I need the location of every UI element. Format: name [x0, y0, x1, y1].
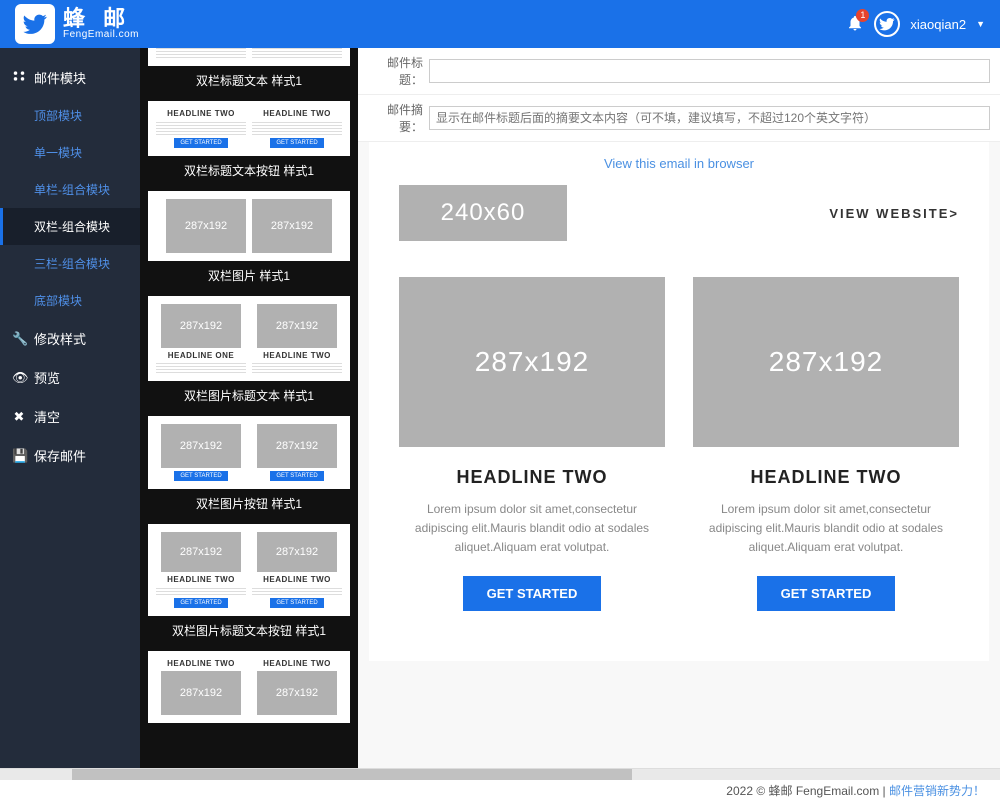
nav-sub-twocol[interactable]: 双栏-组合模块	[0, 208, 140, 245]
notifications-button[interactable]: 1	[846, 14, 864, 35]
nav-tool-label: 清空	[34, 407, 60, 426]
brand-name: 蜂 邮	[63, 8, 139, 30]
card-paragraph[interactable]: Lorem ipsum dolor sit amet,consectetur a…	[693, 500, 959, 558]
nav-section-label: 邮件模块	[34, 68, 86, 87]
content-card-right[interactable]: 287x192 HEADLINE TWO Lorem ipsum dolor s…	[693, 277, 959, 611]
caret-down-icon: ▼	[976, 19, 985, 29]
template-item[interactable]: HEADLINE TWOGET STARTED HEADLINE TWOGET …	[140, 101, 358, 187]
nav-tool-clear[interactable]: ✖ 清空	[0, 397, 140, 436]
nav-sub-single[interactable]: 单一模块	[0, 134, 140, 171]
view-website-link[interactable]: VIEW WEBSITE>	[829, 206, 959, 221]
save-icon: 💾	[12, 448, 26, 464]
notification-count-badge: 1	[856, 9, 869, 22]
email-title-input[interactable]	[429, 59, 990, 83]
template-item[interactable]: 287x192 287x192 双栏图片 样式1	[140, 191, 358, 292]
template-item[interactable]: 287x192HEADLINE TWOGET STARTED 287x192HE…	[140, 524, 358, 647]
template-label: 双栏标题文本按钮 样式1	[140, 156, 358, 187]
card-headline[interactable]: HEADLINE TWO	[399, 467, 665, 488]
summary-label: 邮件摘要：	[368, 101, 423, 135]
template-list[interactable]: HEADLINE TWO HEADLINE TWO 双栏标题文本 样式1 HEA…	[140, 48, 358, 768]
template-label: 双栏图片 样式1	[140, 261, 358, 292]
nav-sub-onecol[interactable]: 单栏-组合模块	[0, 171, 140, 208]
card-paragraph[interactable]: Lorem ipsum dolor sit amet,consectetur a…	[399, 500, 665, 558]
nav-section-modules[interactable]: 邮件模块	[0, 58, 140, 97]
get-started-button[interactable]: GET STARTED	[463, 576, 602, 611]
image-placeholder[interactable]: 287x192	[399, 277, 665, 447]
email-summary-input[interactable]	[429, 106, 990, 130]
nav-tool-label: 预览	[34, 368, 60, 387]
title-label: 邮件标题：	[368, 54, 423, 88]
logo-placeholder[interactable]: 240x60	[399, 185, 567, 241]
nav-tool-label: 保存邮件	[34, 446, 86, 465]
user-avatar[interactable]	[874, 11, 900, 37]
page-footer: 2022 © 蜂邮 FengEmail.com | 邮件营销新势力！	[0, 780, 1000, 800]
nav-tool-save[interactable]: 💾 保存邮件	[0, 436, 140, 475]
brand-domain: FengEmail.com	[63, 30, 139, 40]
nav-tool-preview[interactable]: 👁 预览	[0, 358, 140, 397]
nav-sub-bottom[interactable]: 底部模块	[0, 282, 140, 319]
template-label: 双栏图片标题文本按钮 样式1	[140, 616, 358, 647]
template-label: 双栏图片标题文本 样式1	[140, 381, 358, 412]
content-card-left[interactable]: 287x192 HEADLINE TWO Lorem ipsum dolor s…	[399, 277, 665, 611]
nav-tool-label: 修改样式	[34, 329, 86, 348]
close-icon: ✖	[12, 409, 26, 425]
template-label: 双栏图片按钮 样式1	[140, 489, 358, 520]
template-item[interactable]: 287x192GET STARTED 287x192GET STARTED 双栏…	[140, 416, 358, 520]
template-item[interactable]: 287x192HEADLINE ONE 287x192HEADLINE TWO …	[140, 296, 358, 412]
view-in-browser-link[interactable]: View this email in browser	[604, 156, 754, 171]
horizontal-scrollbar[interactable]	[0, 768, 1000, 780]
eye-icon: 👁	[12, 370, 26, 386]
template-label: 双栏标题文本 样式1	[140, 66, 358, 97]
nav-sub-threecol[interactable]: 三栏-组合模块	[0, 245, 140, 282]
logo-icon	[15, 4, 55, 44]
sidebar-nav: 邮件模块 顶部模块 单一模块 单栏-组合模块 双栏-组合模块 三栏-组合模块 底…	[0, 48, 140, 768]
editor-canvas-panel: 邮件标题： 邮件摘要： View this email in browser 2…	[358, 48, 1000, 768]
image-placeholder[interactable]: 287x192	[693, 277, 959, 447]
footer-copyright: 2022 © 蜂邮 FengEmail.com |	[726, 784, 889, 798]
get-started-button[interactable]: GET STARTED	[757, 576, 896, 611]
layers-icon	[12, 69, 26, 86]
email-canvas[interactable]: View this email in browser 240x60 VIEW W…	[358, 142, 1000, 768]
nav-tool-style[interactable]: 🔧 修改样式	[0, 319, 140, 358]
brand-logo[interactable]: 蜂 邮 FengEmail.com	[15, 4, 139, 44]
card-headline[interactable]: HEADLINE TWO	[693, 467, 959, 488]
footer-link[interactable]: 邮件营销新势力！	[889, 784, 985, 798]
nav-sub-top[interactable]: 顶部模块	[0, 97, 140, 134]
template-item[interactable]: HEADLINE TWO287x192 HEADLINE TWO287x192	[140, 651, 358, 723]
wrench-icon: 🔧	[12, 331, 26, 347]
template-item[interactable]: HEADLINE TWO HEADLINE TWO 双栏标题文本 样式1	[140, 48, 358, 97]
username[interactable]: xiaoqian2	[910, 17, 966, 32]
